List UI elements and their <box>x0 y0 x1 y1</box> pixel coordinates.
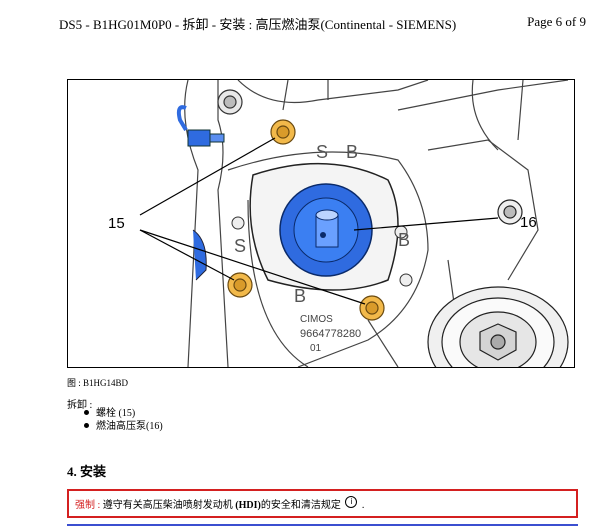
page-indicator: Page 6 of 9 <box>527 14 586 29</box>
part-number-marking: 9664778280 <box>300 328 361 340</box>
figure-caption: 图 : B1HG14BD <box>67 378 129 388</box>
divider <box>67 524 578 526</box>
bolt-lower <box>359 295 385 321</box>
warning-label: 强制 : <box>75 500 103 511</box>
bullet-icon <box>84 423 89 429</box>
callout-16: 16 <box>520 214 537 231</box>
warning-notice: 强制 : 遵守有关高压柴油喷射发动机 (HDI)的安全和清洁规定 i . <box>67 489 578 518</box>
bolt-16 <box>497 199 523 225</box>
brand-marking: CIMOS <box>300 314 333 325</box>
svg-text:S: S <box>316 142 328 162</box>
tensioner-pulley <box>427 286 569 367</box>
blue-sensor <box>176 105 225 147</box>
bolt-left <box>227 272 253 298</box>
svg-text:B: B <box>398 230 410 250</box>
warning-text: 遵守有关高压柴油喷射发动机 <box>102 500 236 511</box>
top-bolt <box>217 89 243 115</box>
info-icon[interactable]: i <box>345 496 358 508</box>
removal-list: 螺栓 (15) 燃油高压泵(16) <box>84 407 163 433</box>
svg-text:S: S <box>234 236 246 256</box>
engine-drawing: S B S B B CIMOS 9664778280 01 15 16 <box>108 80 569 367</box>
warning-bold: (HDI) <box>235 500 261 511</box>
svg-text:B: B <box>294 286 306 306</box>
bolt-upper <box>270 119 296 145</box>
document-title: DS5 - B1HG01M0P0 - 拆卸 - 安装 : 高压燃油泵(Conti… <box>59 17 457 32</box>
svg-text:B: B <box>346 142 358 162</box>
callout-15: 15 <box>108 215 125 232</box>
part-suffix-marking: 01 <box>310 343 322 354</box>
install-heading: 4. 安装 <box>67 464 107 479</box>
list-item: 燃油高压泵(16) <box>84 420 163 433</box>
technical-illustration: S B S B B CIMOS 9664778280 01 15 16 <box>67 79 575 368</box>
bullet-icon <box>84 410 89 416</box>
list-item: 螺栓 (15) <box>84 407 163 420</box>
